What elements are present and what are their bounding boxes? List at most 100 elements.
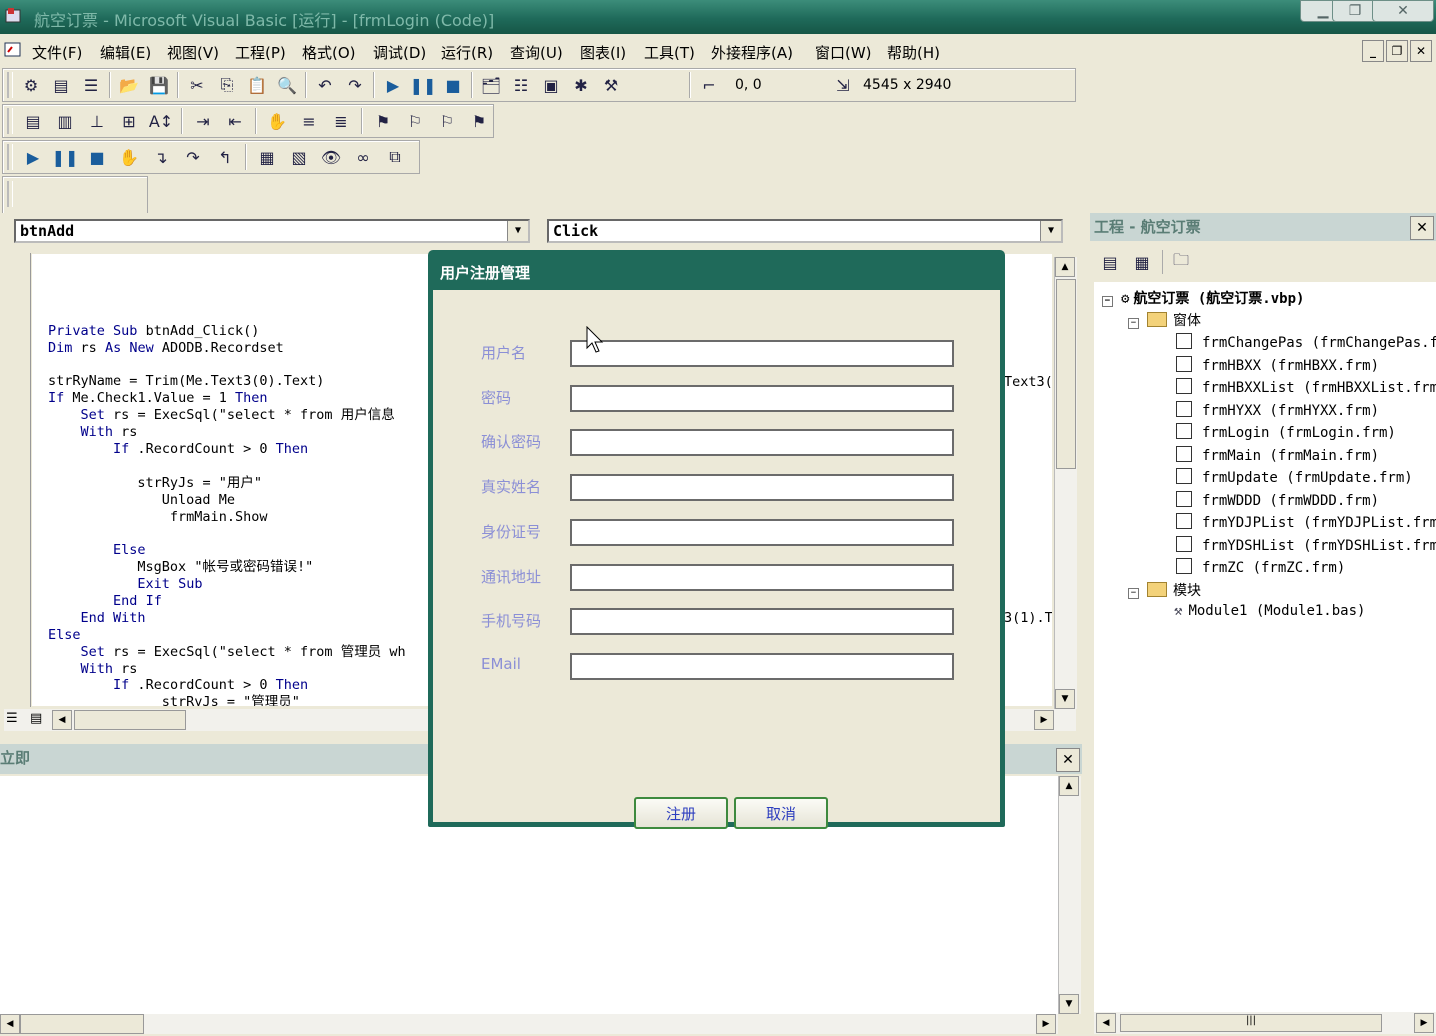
menu-view[interactable]: 视图(V) <box>167 42 219 63</box>
tree-form-item[interactable]: frmYDJPList (frmYDJPList.frm <box>1176 513 1436 531</box>
hscroll-thumb[interactable] <box>74 710 186 730</box>
scroll-up-icon[interactable]: ▲ <box>1055 257 1075 277</box>
step-into-icon[interactable]: ↴ <box>149 145 173 169</box>
toggle-breakpoint-icon[interactable]: ✋ <box>265 109 289 133</box>
tree-form-item[interactable]: frmHBXX (frmHBXX.frm) <box>1176 355 1379 374</box>
tree-form-item[interactable]: frmUpdate (frmUpdate.frm) <box>1176 468 1413 486</box>
menu-format[interactable]: 格式(O) <box>302 42 356 63</box>
text-input[interactable] <box>570 340 954 367</box>
toggle-folders-icon[interactable]: 🗀 <box>1162 250 1193 274</box>
debug-start-icon[interactable]: ▶ <box>21 145 45 169</box>
mdi-minimize-icon[interactable]: _ <box>1362 40 1384 62</box>
copy-icon[interactable]: ⎘ <box>215 73 239 97</box>
mdi-restore-icon[interactable]: ❐ <box>1386 40 1408 62</box>
menu-addins[interactable]: 外接程序(A) <box>711 42 793 63</box>
menu-file[interactable]: 文件(F) <box>32 42 82 63</box>
immediate-window-icon[interactable]: ▧ <box>287 145 311 169</box>
add-form-icon[interactable]: ▤ <box>49 73 73 97</box>
comment-block-icon[interactable]: ≡ <box>297 109 321 133</box>
menu-edit[interactable]: 编辑(E) <box>100 42 151 63</box>
bring-to-front-icon[interactable]: ▤ <box>21 109 45 133</box>
tree-form-item[interactable]: frmChangePas (frmChangePas.f <box>1176 333 1436 351</box>
text-input[interactable] <box>570 429 954 457</box>
scroll-right-icon[interactable]: ▶ <box>1036 1014 1056 1034</box>
locals-window-icon[interactable]: ▦ <box>255 145 279 169</box>
text-input[interactable] <box>570 518 954 546</box>
uncomment-block-icon[interactable]: ≣ <box>329 109 353 133</box>
toolbar-grip-2[interactable] <box>7 108 13 134</box>
chevron-down-icon[interactable]: ▼ <box>1040 221 1061 241</box>
menu-editor-icon[interactable]: ☰ <box>79 73 103 97</box>
collapse-icon[interactable]: − <box>1128 318 1139 329</box>
scroll-down-icon[interactable]: ▼ <box>1055 689 1075 709</box>
view-code-icon[interactable]: ▤ <box>1098 250 1122 274</box>
close-icon[interactable]: ✕ <box>1056 748 1080 772</box>
find-icon[interactable]: 🔍 <box>275 73 299 97</box>
scroll-right-icon[interactable]: ▶ <box>1414 1013 1434 1033</box>
scroll-up-icon[interactable]: ▲ <box>1059 776 1079 796</box>
code-vertical-scrollbar[interactable]: ▲ ▼ <box>1054 257 1077 709</box>
start-icon[interactable]: ▶ <box>381 73 405 97</box>
menu-debug[interactable]: 调试(D) <box>373 42 426 63</box>
make-same-size-icon[interactable]: A↕ <box>149 109 173 133</box>
center-icon[interactable]: ⊞ <box>117 109 141 133</box>
toggle-bookmark-icon[interactable]: ⚑ <box>371 109 395 133</box>
send-to-back-icon[interactable]: ▥ <box>53 109 77 133</box>
procedure-view-icon[interactable]: ☰ <box>6 711 18 726</box>
project-explorer-icon[interactable]: 🗂 <box>479 73 503 97</box>
clear-bookmarks-icon[interactable]: ⚑ <box>467 109 491 133</box>
scroll-right-icon[interactable]: ▶ <box>1034 710 1054 730</box>
menu-diagram[interactable]: 图表(I) <box>580 42 626 63</box>
scroll-left-icon[interactable]: ◀ <box>1096 1013 1116 1033</box>
scroll-left-icon[interactable]: ◀ <box>52 710 72 730</box>
text-input[interactable] <box>570 563 954 591</box>
toolbar-grip-3[interactable] <box>7 144 13 170</box>
menu-help[interactable]: 帮助(H) <box>887 42 940 63</box>
hscroll-thumb[interactable]: ||| <box>1120 1014 1382 1032</box>
cancel-button[interactable]: 取消 <box>734 797 828 829</box>
text-input[interactable] <box>570 384 954 412</box>
collapse-icon[interactable]: − <box>1128 588 1139 599</box>
mdi-close-icon[interactable]: ✕ <box>1410 40 1432 62</box>
add-project-icon[interactable]: ⚙ <box>19 73 43 97</box>
menu-tools[interactable]: 工具(T) <box>644 42 695 63</box>
text-input[interactable] <box>570 652 954 680</box>
undo-icon[interactable]: ↶ <box>313 73 337 97</box>
vb-app-icon[interactable] <box>4 6 24 26</box>
procedure-combo[interactable]: Click ▼ <box>547 219 1063 243</box>
tree-form-item[interactable]: frmWDDD (frmWDDD.frm) <box>1176 490 1379 509</box>
object-browser-icon[interactable]: ✱ <box>569 73 593 97</box>
tree-form-item[interactable]: frmMain (frmMain.frm) <box>1176 445 1379 464</box>
hscroll-thumb[interactable] <box>20 1014 144 1034</box>
tree-form-item[interactable]: frmYDSHList (frmYDSHList.frm <box>1176 535 1436 554</box>
close-icon[interactable]: ✕ <box>1410 216 1434 240</box>
watch-window-icon[interactable]: 👁 <box>319 145 343 169</box>
debug-breakpoint-icon[interactable]: ✋ <box>117 145 141 169</box>
paste-icon[interactable]: 📋 <box>245 73 269 97</box>
tree-modules-folder[interactable]: − 模块 <box>1128 580 1201 600</box>
menu-run[interactable]: 运行(R) <box>441 42 493 63</box>
debug-end-icon[interactable]: ■ <box>85 145 109 169</box>
immediate-vertical-scrollbar[interactable]: ▲ ▼ <box>1058 776 1081 1014</box>
next-bookmark-icon[interactable]: ⚐ <box>403 109 427 133</box>
code-window-icon[interactable] <box>4 42 22 58</box>
step-over-icon[interactable]: ↷ <box>181 145 205 169</box>
tree-forms-folder[interactable]: − 窗体 <box>1128 310 1201 330</box>
end-icon[interactable]: ■ <box>441 73 465 97</box>
scroll-down-icon[interactable]: ▼ <box>1059 994 1079 1014</box>
immediate-horizontal-scrollbar[interactable]: ◀ ▶ <box>0 1014 1058 1034</box>
outdent-icon[interactable]: ⇤ <box>223 109 247 133</box>
scroll-thumb[interactable] <box>1056 279 1076 469</box>
quick-watch-icon[interactable]: ∞ <box>351 145 375 169</box>
tree-form-item[interactable]: frmHYXX (frmHYXX.frm) <box>1176 400 1379 419</box>
call-stack-icon[interactable]: ⧉ <box>383 145 407 169</box>
open-icon[interactable]: 📂 <box>117 73 141 97</box>
tree-form-item[interactable]: frmHBXXList (frmHBXXList.frm <box>1176 378 1436 396</box>
full-module-view-icon[interactable]: ▤ <box>30 711 42 726</box>
cut-icon[interactable]: ✂ <box>185 73 209 97</box>
view-object-icon[interactable]: ▦ <box>1130 250 1154 274</box>
menu-project[interactable]: 工程(P) <box>235 42 286 63</box>
align-icon[interactable]: ⊥ <box>85 109 109 133</box>
step-out-icon[interactable]: ↰ <box>213 145 237 169</box>
object-combo[interactable]: btnAdd ▼ <box>14 219 530 243</box>
